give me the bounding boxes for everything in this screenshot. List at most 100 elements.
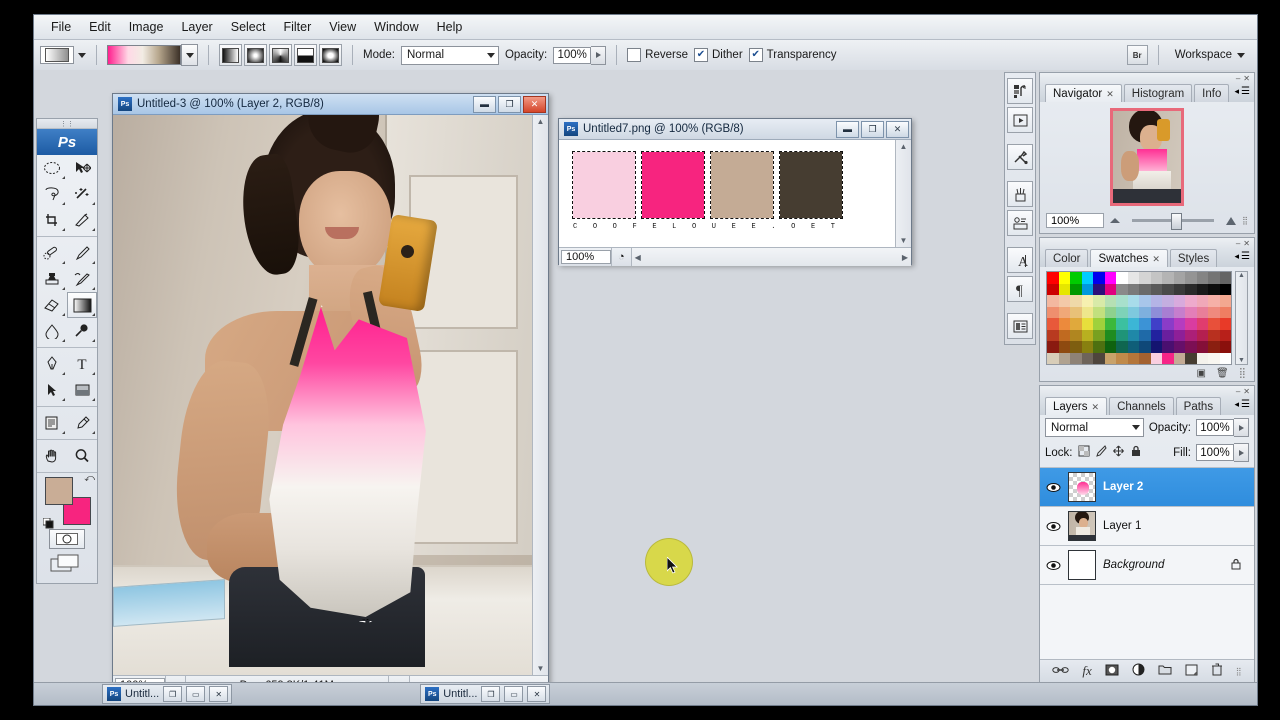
color-swatch[interactable] bbox=[1127, 352, 1139, 364]
color-swatch[interactable] bbox=[1058, 295, 1070, 307]
horizontal-scrollbar[interactable]: ◀ ▶ bbox=[630, 248, 911, 266]
color-swatch[interactable] bbox=[1173, 283, 1185, 295]
lasso-tool[interactable] bbox=[37, 181, 67, 207]
color-swatch[interactable] bbox=[1150, 295, 1162, 307]
color-swatch[interactable] bbox=[1070, 272, 1082, 284]
healing-brush-tool[interactable] bbox=[37, 240, 67, 266]
layer-thumbnail[interactable] bbox=[1068, 511, 1096, 541]
color-swatch[interactable] bbox=[1173, 318, 1185, 330]
color-swatch[interactable] bbox=[1196, 329, 1208, 341]
pen-tool[interactable] bbox=[37, 351, 67, 377]
close-icon[interactable]: ✕ bbox=[1106, 89, 1114, 100]
color-swatch[interactable] bbox=[1104, 341, 1116, 353]
color-swatch[interactable] bbox=[1162, 283, 1174, 295]
menu-item-edit[interactable]: Edit bbox=[80, 17, 120, 37]
color-swatch[interactable] bbox=[1196, 272, 1208, 284]
layer-opacity-stepper[interactable] bbox=[1234, 418, 1249, 437]
maximize-button[interactable]: ❐ bbox=[498, 95, 521, 113]
fill-input[interactable]: 100% bbox=[1196, 444, 1234, 461]
color-swatch[interactable] bbox=[1162, 318, 1174, 330]
color-swatch[interactable] bbox=[1058, 318, 1070, 330]
color-swatch[interactable] bbox=[1208, 283, 1220, 295]
screen-mode-icon[interactable] bbox=[50, 554, 84, 579]
minimize-button[interactable]: ▭ bbox=[504, 686, 524, 702]
color-swatch[interactable] bbox=[1116, 352, 1128, 364]
zoom-tool[interactable] bbox=[67, 443, 97, 469]
tool-preset-picker[interactable] bbox=[40, 46, 74, 64]
color-swatch[interactable] bbox=[1058, 306, 1070, 318]
canvas-untitled-3[interactable]: ▲ ▼ bbox=[113, 115, 548, 675]
color-swatch[interactable] bbox=[1127, 318, 1139, 330]
color-swatch[interactable] bbox=[1185, 352, 1197, 364]
zoom-out-icon[interactable] bbox=[1110, 218, 1120, 223]
color-swatch[interactable] bbox=[1185, 283, 1197, 295]
color-swatch[interactable] bbox=[1139, 329, 1151, 341]
color-swatch[interactable] bbox=[1173, 329, 1185, 341]
minimize-button[interactable]: ▬ bbox=[836, 120, 859, 138]
menu-item-filter[interactable]: Filter bbox=[274, 17, 320, 37]
color-swatch[interactable] bbox=[1185, 295, 1197, 307]
menu-item-image[interactable]: Image bbox=[120, 17, 173, 37]
palette-titlebar[interactable]: – ✕ bbox=[1040, 73, 1254, 83]
blur-tool[interactable] bbox=[37, 318, 67, 344]
scroll-up-icon[interactable]: ▲ bbox=[900, 140, 908, 153]
eye-icon[interactable] bbox=[1046, 560, 1061, 571]
layer-thumbnail[interactable] bbox=[1068, 472, 1096, 502]
color-swatch[interactable] bbox=[1047, 318, 1059, 330]
color-swatch[interactable] bbox=[1173, 352, 1185, 364]
color-swatch[interactable] bbox=[1116, 318, 1128, 330]
color-swatch[interactable] bbox=[1047, 283, 1059, 295]
close-icon[interactable]: ✕ bbox=[1092, 402, 1100, 413]
menu-item-select[interactable]: Select bbox=[222, 17, 275, 37]
tool-presets-panel-icon[interactable] bbox=[1007, 144, 1033, 170]
color-swatch[interactable] bbox=[1127, 341, 1139, 353]
minimize-button[interactable]: ▭ bbox=[186, 686, 206, 702]
tab-channels[interactable]: Channels bbox=[1109, 397, 1174, 415]
workspace-button[interactable]: Workspace bbox=[1169, 47, 1251, 63]
foreground-color-swatch[interactable] bbox=[45, 477, 73, 505]
color-swatch[interactable] bbox=[1208, 318, 1220, 330]
color-swatch[interactable] bbox=[1058, 272, 1070, 284]
crop-tool[interactable] bbox=[37, 207, 67, 233]
resize-grip[interactable]: ⣿ bbox=[1236, 667, 1242, 676]
actions-panel-icon[interactable] bbox=[1007, 107, 1033, 133]
minimize-button[interactable]: ▬ bbox=[473, 95, 496, 113]
color-swatch[interactable] bbox=[1047, 306, 1059, 318]
color-swatch[interactable] bbox=[1127, 306, 1139, 318]
swap-colors-icon[interactable]: ⤺ bbox=[84, 473, 95, 484]
color-swatch[interactable] bbox=[1104, 306, 1116, 318]
slider-knob[interactable] bbox=[1171, 213, 1183, 230]
color-swatch[interactable] bbox=[1047, 329, 1059, 341]
new-swatch-icon[interactable]: ▣ bbox=[1197, 368, 1206, 379]
color-swatch[interactable] bbox=[1081, 306, 1093, 318]
transparency-checkbox[interactable]: ✔ Transparency bbox=[748, 48, 837, 62]
color-swatch[interactable] bbox=[1185, 318, 1197, 330]
eye-icon[interactable] bbox=[1046, 521, 1061, 532]
restore-button[interactable]: ❐ bbox=[163, 686, 183, 702]
color-swatch[interactable] bbox=[1173, 306, 1185, 318]
menu-item-view[interactable]: View bbox=[320, 17, 365, 37]
tab-paths[interactable]: Paths bbox=[1175, 397, 1222, 415]
color-swatch[interactable] bbox=[1150, 318, 1162, 330]
color-swatch[interactable] bbox=[1150, 341, 1162, 353]
color-swatch[interactable] bbox=[1139, 341, 1151, 353]
color-swatch[interactable] bbox=[1173, 295, 1185, 307]
color-swatch[interactable] bbox=[1081, 318, 1093, 330]
new-layer-icon[interactable] bbox=[1185, 664, 1198, 679]
toolbox-grip[interactable]: ⋮⋮ bbox=[37, 119, 97, 129]
color-swatch[interactable] bbox=[1104, 283, 1116, 295]
taskbar-window-1[interactable]: Ps Untitl... ❐ ▭ ✕ bbox=[102, 684, 233, 704]
color-swatch[interactable] bbox=[1208, 341, 1220, 353]
color-swatch[interactable] bbox=[1127, 283, 1139, 295]
color-swatch[interactable] bbox=[1208, 352, 1220, 364]
palette-menu-icon[interactable]: ◂ ☰ bbox=[1235, 251, 1251, 262]
color-swatch[interactable] bbox=[1081, 341, 1093, 353]
document-window-untitled-3[interactable]: Ps Untitled-3 @ 100% (Layer 2, RGB/8) ▬ … bbox=[112, 93, 549, 694]
reverse-checkbox[interactable]: Reverse bbox=[627, 48, 688, 62]
color-swatch[interactable] bbox=[1139, 295, 1151, 307]
color-swatch[interactable] bbox=[1047, 295, 1059, 307]
tab-layers[interactable]: Layers ✕ bbox=[1045, 397, 1108, 415]
color-swatch[interactable] bbox=[1150, 283, 1162, 295]
color-swatch[interactable] bbox=[1208, 329, 1220, 341]
move-tool[interactable] bbox=[67, 155, 97, 181]
